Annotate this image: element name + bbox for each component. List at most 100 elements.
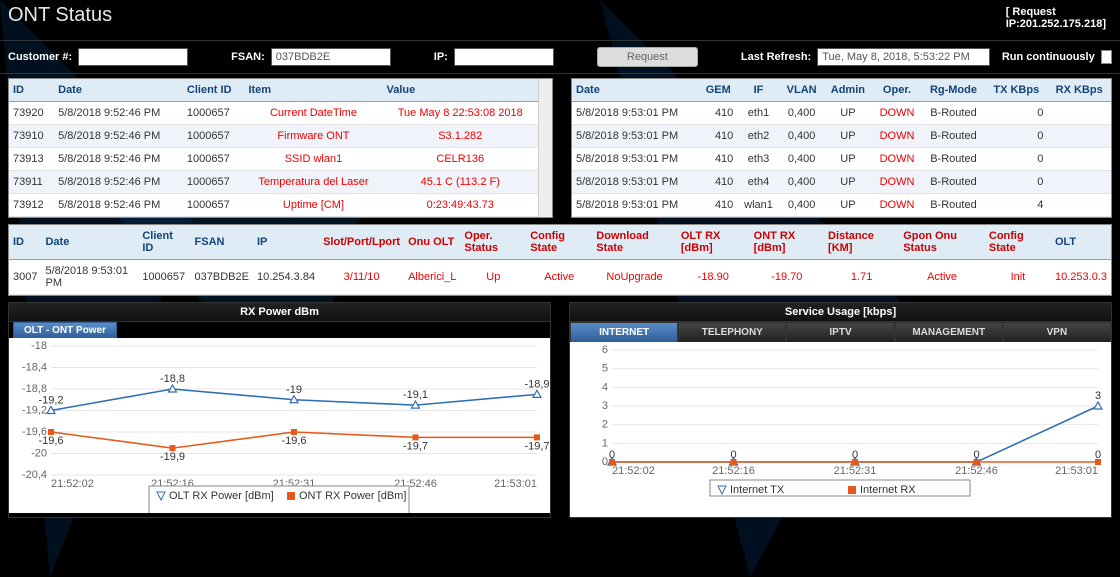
svg-text:0: 0 (609, 449, 615, 461)
svg-text:4: 4 (602, 381, 608, 393)
last-refresh-label: Last Refresh: (741, 51, 811, 63)
col-header[interactable]: ID (9, 225, 41, 260)
col-header[interactable]: Client ID (138, 225, 190, 260)
svg-text:21:52:31: 21:52:31 (834, 465, 877, 477)
table-row[interactable]: 5/8/2018 9:53:01 PM410eth30,400UPDOWNB-R… (572, 148, 1111, 171)
rx-subtab[interactable]: OLT - ONT Power (13, 322, 117, 338)
col-header[interactable]: Admin (824, 79, 873, 102)
table-row[interactable]: 739205/8/2018 9:52:46 PM1000657Current D… (9, 102, 538, 125)
tab-management[interactable]: MANAGEMENT (895, 322, 1003, 342)
col-header[interactable]: GEM (699, 79, 737, 102)
table-row[interactable]: 739115/8/2018 9:52:46 PM1000657Temperatu… (9, 171, 538, 194)
col-header[interactable]: Onu OLT (404, 225, 460, 260)
table-row[interactable]: 739125/8/2018 9:52:46 PM1000657Uptime [C… (9, 194, 538, 217)
col-header[interactable]: Client ID (183, 79, 245, 102)
svg-text:ONT RX Power [dBm]: ONT RX Power [dBm] (299, 490, 406, 502)
table-row[interactable]: 5/8/2018 9:53:01 PM410eth10,400UPDOWNB-R… (572, 102, 1111, 125)
col-header[interactable]: IP (253, 225, 319, 260)
svg-text:-19,6: -19,6 (38, 435, 63, 447)
table-row[interactable]: 30075/8/2018 9:53:01 PM1000657037BDB2E10… (9, 260, 1111, 295)
request-ip-line1: [ Request (1006, 6, 1106, 18)
svg-text:-20,4: -20,4 (22, 469, 47, 481)
col-header[interactable]: IF (737, 79, 779, 102)
col-header[interactable]: VLAN (780, 79, 824, 102)
svg-text:1: 1 (602, 437, 608, 449)
svg-text:0: 0 (1095, 449, 1101, 461)
svg-text:-19,2: -19,2 (38, 395, 63, 407)
run-continuously-checkbox[interactable] (1101, 50, 1112, 64)
ip-input[interactable] (454, 48, 554, 66)
customer-input[interactable] (78, 48, 188, 66)
rx-power-chart-panel: RX Power dBm OLT - ONT Power -20,4-20-19… (8, 302, 551, 518)
svg-text:-20: -20 (31, 448, 47, 460)
table-row[interactable]: 5/8/2018 9:53:01 PM410eth20,400UPDOWNB-R… (572, 125, 1111, 148)
interfaces-table: DateGEMIFVLANAdminOper.Rg-ModeTX KBpsRX … (572, 79, 1111, 217)
svg-text:2: 2 (602, 419, 608, 431)
svg-text:-19,9: -19,9 (160, 451, 185, 463)
svg-text:21:52:02: 21:52:02 (51, 478, 94, 490)
col-header[interactable]: Config State (985, 225, 1051, 260)
tab-iptv[interactable]: IPTV (786, 322, 894, 342)
svg-text:21:52:46: 21:52:46 (955, 465, 998, 477)
table-row[interactable]: 739105/8/2018 9:52:46 PM1000657Firmware … (9, 125, 538, 148)
svg-text:-19: -19 (286, 384, 302, 396)
svg-text:OLT RX Power [dBm]: OLT RX Power [dBm] (169, 490, 274, 502)
table-row[interactable]: 5/8/2018 9:53:01 PM410wlan10,400UPDOWNB-… (572, 194, 1111, 217)
svg-text:Internet TX: Internet TX (730, 484, 785, 496)
tab-vpn[interactable]: VPN (1003, 322, 1111, 342)
svg-text:-19,7: -19,7 (524, 440, 549, 452)
svg-text:-19,7: -19,7 (403, 440, 428, 452)
col-header[interactable]: ID (9, 79, 54, 102)
last-refresh-value (817, 48, 990, 66)
customer-label: Customer #: (8, 51, 72, 63)
request-ip-box: [ Request IP:201.252.175.218] (1000, 4, 1112, 32)
svg-text:6: 6 (602, 344, 608, 356)
svg-text:-18,8: -18,8 (160, 373, 185, 385)
ip-label: IP: (434, 51, 448, 63)
table-row[interactable]: 739135/8/2018 9:52:46 PM1000657SSID wlan… (9, 148, 538, 171)
col-header[interactable]: Slot/Port/Lport (319, 225, 404, 260)
svg-text:0: 0 (602, 456, 608, 468)
svg-text:21:53:01: 21:53:01 (1055, 465, 1098, 477)
svg-text:0: 0 (730, 449, 736, 461)
svg-text:-18,9: -18,9 (524, 378, 549, 390)
col-header[interactable]: Date (54, 79, 183, 102)
page-title: ONT Status (8, 4, 112, 27)
filter-bar: Customer #: FSAN: IP: Request Last Refre… (0, 40, 1120, 74)
col-header[interactable]: TX KBps (985, 79, 1047, 102)
tab-internet[interactable]: INTERNET (570, 322, 678, 342)
svg-text:0: 0 (852, 449, 858, 461)
col-header[interactable]: Oper. (872, 79, 921, 102)
col-header[interactable]: Date (572, 79, 699, 102)
col-header[interactable]: Distance [KM] (824, 225, 899, 260)
col-header[interactable]: Download State (592, 225, 677, 260)
col-header[interactable]: OLT RX [dBm] (677, 225, 750, 260)
table-row[interactable]: 5/8/2018 9:53:01 PM410eth40,400UPDOWNB-R… (572, 171, 1111, 194)
svg-text:-18,4: -18,4 (22, 362, 47, 374)
fsan-input[interactable] (271, 48, 391, 66)
fsan-label: FSAN: (231, 51, 265, 63)
col-header[interactable]: RX KBps (1047, 79, 1111, 102)
col-header[interactable]: Date (41, 225, 138, 260)
request-button[interactable]: Request (597, 47, 698, 67)
col-header[interactable]: Oper. Status (460, 225, 526, 260)
service-usage-chart-panel: Service Usage [kbps] INTERNETTELEPHONYIP… (569, 302, 1112, 518)
svg-text:Internet RX: Internet RX (860, 484, 916, 496)
col-header[interactable]: Config State (526, 225, 592, 260)
col-header[interactable]: Item (244, 79, 382, 102)
col-header[interactable]: ONT RX [dBm] (750, 225, 824, 260)
request-ip-line2: IP:201.252.175.218] (1006, 18, 1106, 30)
run-continuously-label: Run continuously (1002, 51, 1095, 63)
svg-text:21:53:01: 21:53:01 (494, 478, 537, 490)
col-header[interactable]: Rg-Mode (922, 79, 986, 102)
svg-text:3: 3 (602, 400, 608, 412)
tab-telephony[interactable]: TELEPHONY (678, 322, 786, 342)
col-header[interactable]: Value (382, 79, 538, 102)
col-header[interactable]: OLT (1051, 225, 1111, 260)
rx-chart-title: RX Power dBm (9, 303, 550, 322)
scroll-bar[interactable] (538, 79, 552, 217)
col-header[interactable]: Gpon Onu Status (899, 225, 985, 260)
svg-text:3: 3 (1095, 390, 1101, 402)
svg-text:-19,1: -19,1 (403, 389, 428, 401)
col-header[interactable]: FSAN (191, 225, 253, 260)
